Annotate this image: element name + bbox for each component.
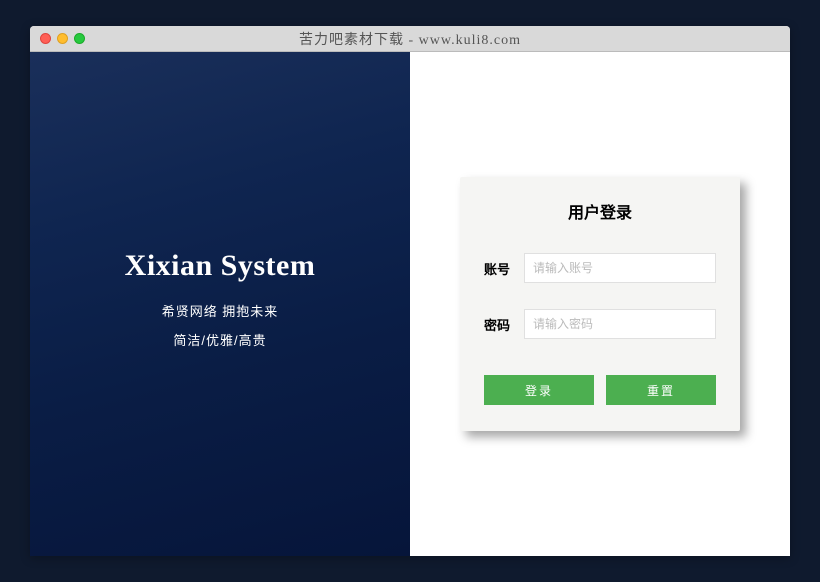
content-area: Xixian System 希贤网络 拥抱未来 简洁/优雅/高贵 用户登录 账号…	[30, 52, 790, 556]
brand-pane: Xixian System 希贤网络 拥抱未来 简洁/优雅/高贵	[30, 52, 410, 556]
button-row: 登录 重置	[484, 375, 716, 405]
brand-subtitle-1: 希贤网络 拥抱未来	[162, 301, 279, 320]
login-title: 用户登录	[484, 199, 716, 223]
username-input[interactable]	[524, 253, 716, 283]
minimize-icon[interactable]	[57, 33, 68, 44]
password-row: 密码	[484, 309, 716, 339]
maximize-icon[interactable]	[74, 33, 85, 44]
brand-title: Xixian System	[125, 249, 316, 283]
traffic-lights	[40, 33, 85, 44]
login-card: 用户登录 账号 密码 登录 重置	[460, 177, 740, 431]
close-icon[interactable]	[40, 33, 51, 44]
username-label: 账号	[484, 259, 524, 278]
login-pane: 用户登录 账号 密码 登录 重置	[410, 52, 790, 556]
brand-subtitle-2: 简洁/优雅/高贵	[173, 330, 266, 349]
titlebar: 苦力吧素材下载 - www.kuli8.com	[30, 26, 790, 52]
browser-window: 苦力吧素材下载 - www.kuli8.com Xixian System 希贤…	[30, 26, 790, 556]
reset-button[interactable]: 重置	[606, 375, 716, 405]
password-label: 密码	[484, 315, 524, 334]
username-row: 账号	[484, 253, 716, 283]
login-button[interactable]: 登录	[484, 375, 594, 405]
window-title: 苦力吧素材下载 - www.kuli8.com	[30, 29, 790, 49]
password-input[interactable]	[524, 309, 716, 339]
